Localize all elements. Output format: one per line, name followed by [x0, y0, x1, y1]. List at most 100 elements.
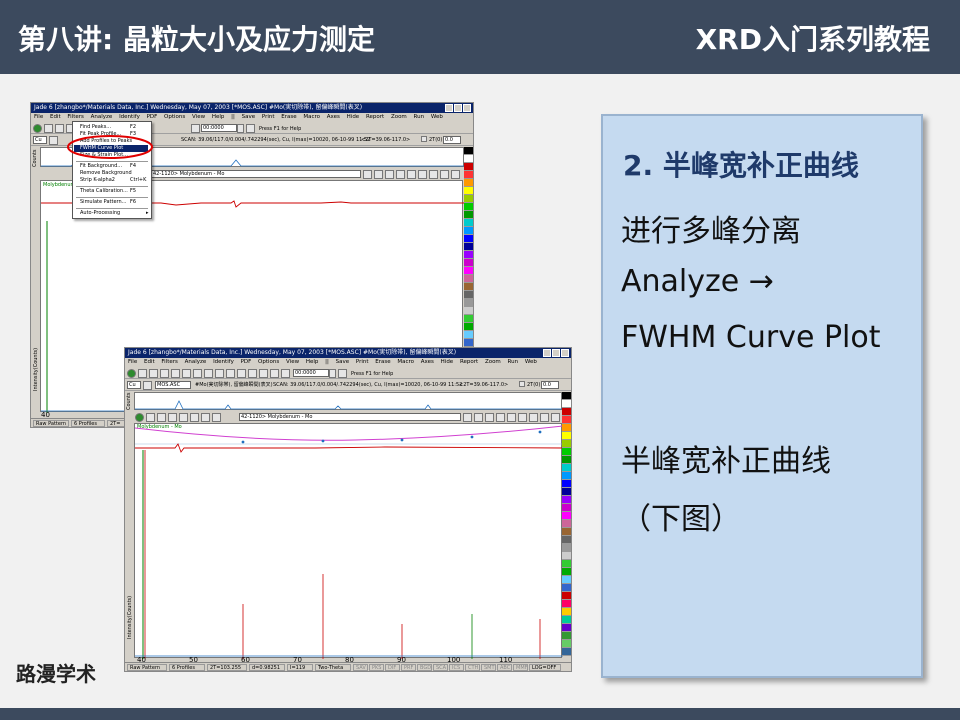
tool-icon[interactable] [246, 124, 255, 133]
theta-checkbox[interactable] [421, 136, 427, 142]
menu-erase[interactable]: Erase [281, 114, 296, 120]
menu-fit-background[interactable]: Fit Background... F4 [80, 163, 136, 170]
tool-icon[interactable] [171, 369, 180, 378]
menu-hide[interactable]: Hide [441, 359, 454, 365]
tool-icon[interactable] [451, 170, 460, 179]
tool-icon[interactable] [418, 170, 427, 179]
menu-analyze[interactable]: Analyze [185, 359, 207, 365]
help-icon[interactable] [135, 413, 144, 422]
pdf-card-select[interactable]: 42-1120> Molybdenum - Mo [239, 413, 461, 421]
file-select[interactable]: Cu [127, 381, 141, 389]
menu-remove-background[interactable]: Remove Background [80, 170, 132, 177]
menu-edit[interactable]: Edit [144, 359, 155, 365]
help-icon[interactable] [33, 124, 42, 133]
tool-icon[interactable] [226, 369, 235, 378]
status-bgd[interactable]: BGD [417, 664, 432, 671]
menu-view[interactable]: View [286, 359, 299, 365]
peak-icon[interactable] [160, 369, 169, 378]
menu-erase[interactable]: Erase [375, 359, 390, 365]
menu-axes[interactable]: Axes [327, 114, 340, 120]
menu-macro[interactable]: Macro [397, 359, 414, 365]
status-prf[interactable]: PRF [401, 664, 416, 671]
menu-macro[interactable]: Macro [303, 114, 320, 120]
tool-icon[interactable] [385, 170, 394, 179]
file-select[interactable]: Cu [33, 136, 47, 144]
menu-theta-calibration[interactable]: Theta Calibration... F5 [80, 188, 136, 195]
window-titlebar[interactable]: Jade 6 [zhangbo*/Materials Data, Inc.] W… [125, 348, 571, 358]
tool-icon[interactable] [212, 413, 221, 422]
tool-icon[interactable] [191, 124, 200, 133]
status-smt[interactable]: SMT [481, 664, 496, 671]
status-dif[interactable]: DIF [385, 664, 400, 671]
tool-icon[interactable] [143, 381, 152, 390]
menu-axes[interactable]: Axes [421, 359, 434, 365]
menu-save[interactable]: Save [242, 114, 256, 120]
menu-file[interactable]: File [128, 359, 137, 365]
tool-icon[interactable] [407, 170, 416, 179]
menu-analyze[interactable]: Analyze [91, 114, 113, 120]
tool-icon[interactable] [281, 369, 290, 378]
tool-icon[interactable] [374, 170, 383, 179]
tool-icon[interactable] [201, 413, 210, 422]
tool-icon[interactable] [49, 136, 58, 145]
menu-find-peaks[interactable]: Find Peaks... F2 [80, 124, 136, 131]
maximize-button[interactable] [552, 349, 560, 357]
open-icon[interactable] [55, 124, 64, 133]
menu-hide[interactable]: Hide [347, 114, 360, 120]
menu-identify[interactable]: Identify [119, 114, 140, 120]
tool-icon[interactable] [157, 413, 166, 422]
status-cth[interactable]: CTH [465, 664, 480, 671]
menu-options[interactable]: Options [164, 114, 185, 120]
status-log[interactable]: LOG=OFF [529, 664, 561, 671]
tool-icon[interactable] [463, 413, 472, 422]
menu-print[interactable]: Print [356, 359, 369, 365]
theta-field[interactable]: 0.0 [443, 136, 461, 144]
color-palette[interactable] [562, 392, 571, 656]
menu-view[interactable]: View [192, 114, 205, 120]
tool-icon[interactable] [529, 413, 538, 422]
menu-simulate-pattern[interactable]: Simulate Pattern... F6 [80, 199, 136, 206]
tool-icon[interactable] [507, 413, 516, 422]
menu-zoom[interactable]: Zoom [485, 359, 501, 365]
tool-icon[interactable] [518, 413, 527, 422]
menu-run[interactable]: Run [414, 114, 425, 120]
theta-field[interactable]: 0.0 [541, 381, 559, 389]
status-pks[interactable]: PKS [369, 664, 384, 671]
tool-icon[interactable] [259, 369, 268, 378]
fwhm-curve-plot[interactable]: Molybdenum - Mo Intensity(Counts) [127, 423, 563, 659]
menu-help[interactable]: Help [212, 114, 225, 120]
tool-icon[interactable] [474, 413, 483, 422]
menu-identify[interactable]: Identify [213, 359, 234, 365]
menu-save[interactable]: Save [336, 359, 350, 365]
dropdown-icon[interactable] [329, 369, 336, 378]
close-button[interactable] [463, 104, 471, 112]
menu-pdf[interactable]: PDF [241, 359, 252, 365]
menu-print[interactable]: Print [262, 114, 275, 120]
maximize-button[interactable] [454, 104, 462, 112]
menu-strip-kalpha2[interactable]: Strip K-alpha2 Ctrl+K [80, 177, 146, 184]
dropdown-icon[interactable] [237, 124, 244, 133]
close-button[interactable] [561, 349, 569, 357]
tool-icon[interactable] [496, 413, 505, 422]
tool-icon[interactable] [540, 413, 549, 422]
minimize-button[interactable] [445, 104, 453, 112]
tool-icon[interactable] [363, 170, 372, 179]
tool-icon[interactable] [429, 170, 438, 179]
tool-icon[interactable] [237, 369, 246, 378]
menu-filters[interactable]: Filters [161, 359, 178, 365]
tool-icon[interactable] [193, 369, 202, 378]
tool-icon[interactable] [190, 413, 199, 422]
overview-plot[interactable] [134, 392, 563, 410]
tool-icon[interactable] [179, 413, 188, 422]
menu-report[interactable]: Report [460, 359, 478, 365]
menu-options[interactable]: Options [258, 359, 279, 365]
tool-icon[interactable] [485, 413, 494, 422]
menu-web[interactable]: Web [525, 359, 537, 365]
pdf-card-select[interactable]: 42-1120> Molybdenum - Mo [151, 170, 361, 178]
sw-icon[interactable] [138, 369, 147, 378]
sw-icon[interactable] [44, 124, 53, 133]
menu-pdf[interactable]: PDF [147, 114, 158, 120]
status-sca[interactable]: SCA [433, 664, 448, 671]
tool-icon[interactable] [182, 369, 191, 378]
menu-file[interactable]: File [34, 114, 43, 120]
